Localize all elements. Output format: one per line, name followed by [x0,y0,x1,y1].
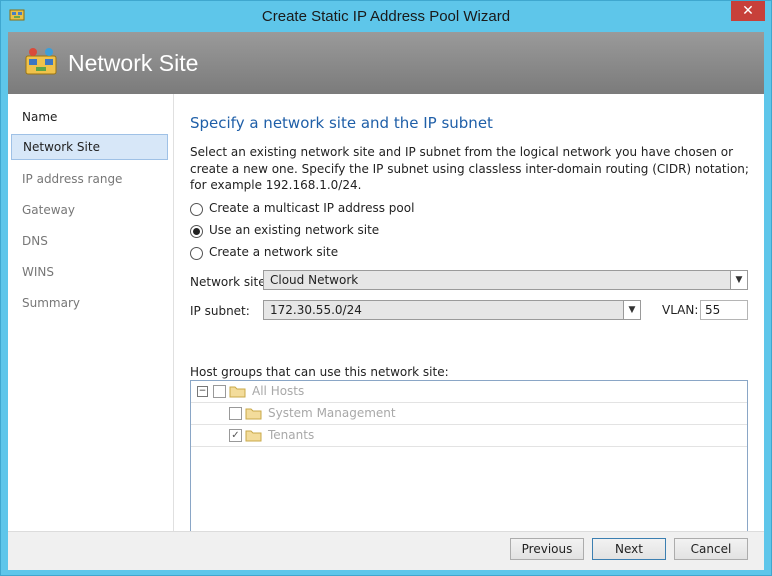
section-description: Select an existing network site and IP s… [190,145,749,192]
network-site-value: Cloud Network [270,273,359,287]
host-groups-tree: − All Hosts System Management ✓ Tenants [190,380,748,542]
cancel-button[interactable]: Cancel [674,538,748,560]
ip-subnet-value: 172.30.55.0/24 [270,303,362,317]
tree-label-system-management: System Management [268,406,396,420]
title-bar[interactable]: Create Static IP Address Pool Wizard ✕ [1,1,771,31]
checkbox-tenants[interactable]: ✓ [229,429,242,442]
wizard-window: Create Static IP Address Pool Wizard ✕ N… [0,0,772,576]
previous-button[interactable]: Previous [510,538,584,560]
radio-existing-site[interactable] [190,225,203,238]
next-button[interactable]: Next [592,538,666,560]
tree-row-system-management[interactable]: System Management [191,403,747,425]
network-site-icon [25,48,57,75]
wizard-client: Network Site Name Network Site IP addres… [8,32,764,570]
wizard-footer: Previous Next Cancel [8,531,764,570]
folder-icon [245,430,262,442]
checkbox-all-hosts[interactable] [213,385,226,398]
ip-subnet-dropdown[interactable]: 172.30.55.0/24 ▼ [263,300,641,320]
wizard-nav: Name Network Site IP address range Gatew… [8,94,174,531]
page-title: Network Site [68,50,199,76]
chevron-down-icon[interactable]: ▼ [623,301,640,319]
nav-item-ip-address-range[interactable]: IP address range [11,166,168,192]
option-multicast-label: Create a multicast IP address pool [209,201,415,215]
option-existing-site-label: Use an existing network site [209,223,380,237]
tree-label-all-hosts: All Hosts [252,384,305,398]
close-button[interactable]: ✕ [731,1,765,21]
tree-label-tenants: Tenants [268,428,315,442]
nav-item-gateway[interactable]: Gateway [11,197,168,223]
nav-item-wins[interactable]: WINS [11,259,168,285]
vlan-input[interactable]: 55 [700,300,748,320]
radio-create-site[interactable] [190,247,203,260]
folder-icon [229,386,246,398]
collapse-icon[interactable]: − [197,386,208,397]
network-site-dropdown[interactable]: Cloud Network ▼ [263,270,748,290]
checkbox-system-management[interactable] [229,407,242,420]
section-heading: Specify a network site and the IP subnet [190,114,493,132]
tree-row-all-hosts[interactable]: − All Hosts [191,381,747,403]
ip-subnet-label: IP subnet: [190,304,250,318]
nav-item-summary[interactable]: Summary [11,290,168,316]
page-banner: Network Site [8,32,764,94]
chevron-down-icon[interactable]: ▼ [730,271,747,289]
nav-item-network-site[interactable]: Network Site [11,134,168,160]
window-title: Create Static IP Address Pool Wizard [261,8,511,25]
vlan-label: VLAN: [662,303,699,317]
option-create-site-label: Create a network site [209,245,339,259]
nav-item-dns[interactable]: DNS [11,228,168,254]
wizard-content: Specify a network site and the IP subnet… [174,94,764,542]
network-site-label: Network site: [190,275,270,289]
nav-item-name[interactable]: Name [11,104,168,130]
tree-row-tenants[interactable]: ✓ Tenants [191,425,747,447]
folder-icon [245,408,262,420]
host-groups-label: Host groups that can use this network si… [190,365,449,379]
radio-multicast[interactable] [190,203,203,216]
